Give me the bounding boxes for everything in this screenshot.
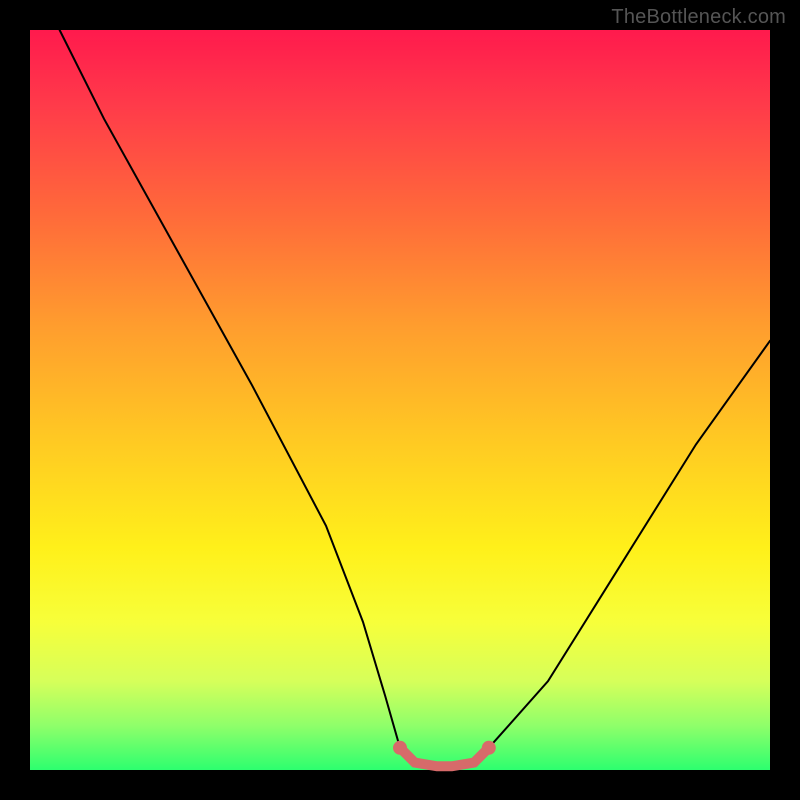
chart-frame: TheBottleneck.com	[0, 0, 800, 800]
highlight-dot	[393, 741, 407, 755]
plot-area	[30, 30, 770, 770]
bottleneck-curve	[60, 30, 770, 766]
highlight-dot	[482, 741, 496, 755]
curve-layer	[30, 30, 770, 770]
watermark-text: TheBottleneck.com	[611, 6, 786, 29]
highlight-segment	[400, 748, 489, 767]
